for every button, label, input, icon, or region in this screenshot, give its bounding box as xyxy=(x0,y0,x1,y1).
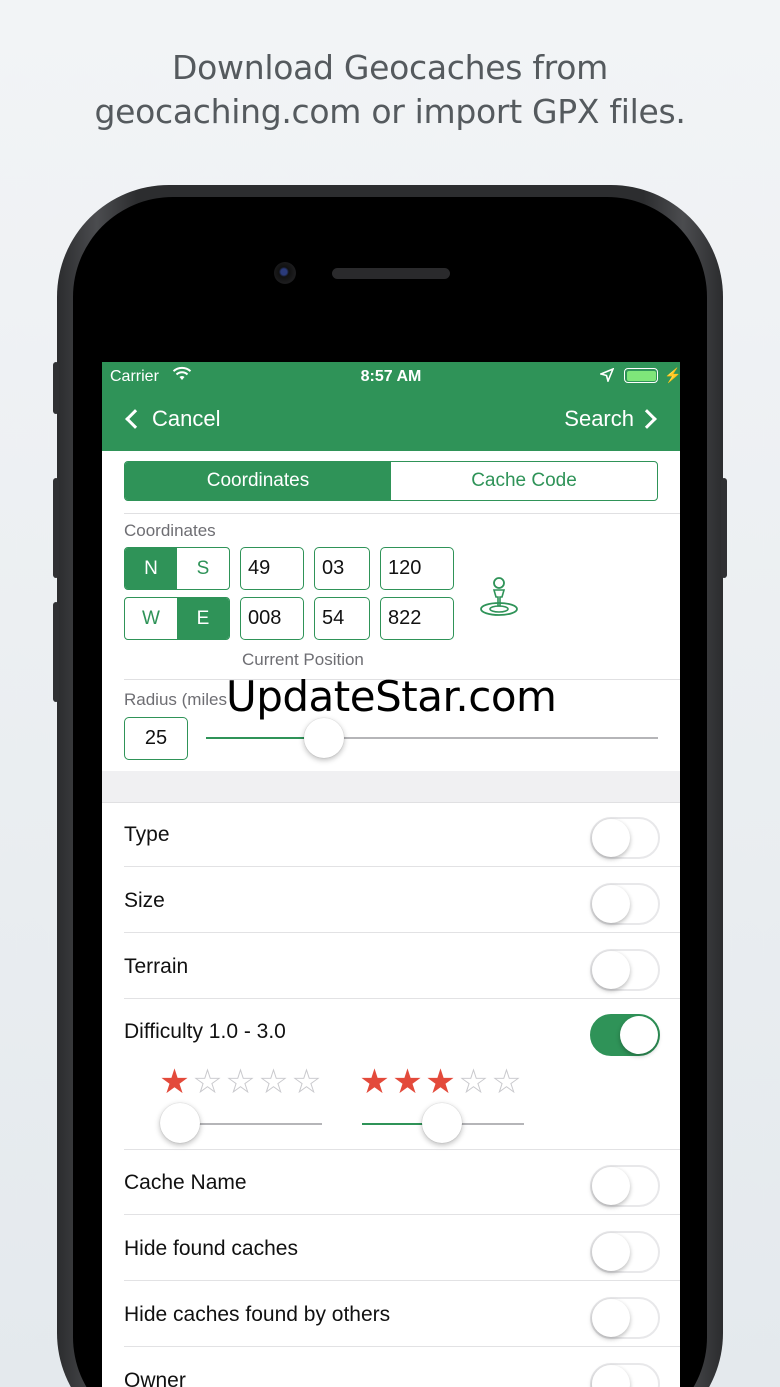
filter-row-hide-found-by-others: Hide caches found by others xyxy=(102,1282,680,1347)
filter-type-label: Type xyxy=(124,823,170,846)
difficulty-max-slider-thumb[interactable] xyxy=(422,1103,462,1143)
longitude-minutes-field[interactable]: 54 xyxy=(314,597,370,640)
coordinates-section-label: Coordinates xyxy=(124,521,216,540)
difficulty-min-star-4-empty-icon: ☆ xyxy=(258,1063,289,1101)
filter-row-size: Size xyxy=(102,868,680,933)
filter-terrain-toggle[interactable] xyxy=(590,949,660,991)
headline-line-2: geocaching.com or import GPX files. xyxy=(94,92,686,131)
status-time: 8:57 AM xyxy=(360,368,422,385)
search-parameters-panel: Coordinates Cache Code Coordinates N S 4… xyxy=(102,451,680,771)
filter-hide-found-toggle[interactable] xyxy=(590,1231,660,1273)
headline-line-1: Download Geocaches from xyxy=(172,48,608,87)
front-camera xyxy=(274,262,296,284)
hemisphere-e-button[interactable]: E xyxy=(177,598,229,639)
search-button[interactable]: Search xyxy=(564,406,657,432)
difficulty-min-star-5-empty-icon: ☆ xyxy=(291,1063,322,1101)
difficulty-max-star-4-empty-icon: ☆ xyxy=(458,1063,489,1101)
difficulty-max-star-3-filled-icon: ★ xyxy=(425,1063,456,1101)
filter-list: Type Size Terrain Difficulty 1.0 - 3.0 ★… xyxy=(102,802,680,1387)
battery-icon xyxy=(624,368,658,383)
difficulty-min-slider-thumb[interactable] xyxy=(160,1103,200,1143)
power-button xyxy=(721,478,727,578)
filter-row-owner: Owner xyxy=(102,1348,680,1387)
filter-type-toggle[interactable] xyxy=(590,817,660,859)
segment-cache-code[interactable]: Cache Code xyxy=(391,462,657,500)
difficulty-max-star-5-empty-icon: ☆ xyxy=(491,1063,522,1101)
chevron-right-icon xyxy=(637,409,657,429)
difficulty-min-star-1-filled-icon: ★ xyxy=(159,1063,190,1101)
filter-row-difficulty: Difficulty 1.0 - 3.0 ★ ☆ ☆ ☆ ☆ ★ ★ ★ ☆ ☆ xyxy=(102,999,680,1150)
latitude-hemisphere-toggle: N S xyxy=(124,547,230,590)
hemisphere-s-button[interactable]: S xyxy=(177,548,229,589)
filter-owner-toggle[interactable] xyxy=(590,1363,660,1387)
cancel-button[interactable]: Cancel xyxy=(125,406,221,432)
difficulty-max-stars: ★ ★ ★ ☆ ☆ xyxy=(358,1065,523,1099)
filter-owner-label: Owner xyxy=(124,1369,186,1387)
earpiece-speaker xyxy=(332,268,450,279)
filter-terrain-label: Terrain xyxy=(124,955,189,978)
filter-row-hide-found: Hide found caches xyxy=(102,1216,680,1281)
difficulty-max-star-2-filled-icon: ★ xyxy=(392,1063,423,1101)
filter-row-type: Type xyxy=(102,802,680,867)
charging-bolt-icon: ⚡ xyxy=(664,367,680,383)
mute-switch xyxy=(53,362,59,414)
filter-hide-found-label: Hide found caches xyxy=(124,1237,298,1260)
filter-row-cache-name: Cache Name xyxy=(102,1150,680,1215)
filter-difficulty-label: Difficulty 1.0 - 3.0 xyxy=(124,1020,286,1043)
filter-hide-found-by-others-label: Hide caches found by others xyxy=(124,1303,391,1326)
radius-slider-thumb[interactable] xyxy=(303,718,344,758)
search-mode-segmented-control: Coordinates Cache Code xyxy=(124,461,658,501)
difficulty-max-star-1-filled-icon: ★ xyxy=(359,1063,390,1101)
location-arrow-icon xyxy=(598,367,615,387)
promo-headline: Download Geocaches from geocaching.com o… xyxy=(0,46,780,134)
longitude-thousandths-field[interactable]: 822 xyxy=(380,597,454,640)
radius-label: Radius (miles xyxy=(124,690,227,709)
hemisphere-w-button[interactable]: W xyxy=(125,598,177,639)
latitude-minutes-field[interactable]: 03 xyxy=(314,547,370,590)
latitude-thousandths-field[interactable]: 120 xyxy=(380,547,454,590)
navigation-bar: Cancel Search xyxy=(102,392,680,451)
difficulty-min-stars: ★ ☆ ☆ ☆ ☆ xyxy=(158,1065,323,1099)
longitude-hemisphere-toggle: W E xyxy=(124,597,230,640)
chevron-left-icon xyxy=(125,409,145,429)
volume-down-button xyxy=(53,602,59,702)
volume-up-button xyxy=(53,478,59,578)
search-label: Search xyxy=(564,406,634,431)
current-position-label[interactable]: Current Position xyxy=(242,650,364,670)
app-screen: Carrier 8:57 AM ⚡ Cancel Search Coordina… xyxy=(102,362,680,1387)
filter-size-label: Size xyxy=(124,889,165,912)
longitude-degrees-field[interactable]: 008 xyxy=(240,597,304,640)
difficulty-min-star-2-empty-icon: ☆ xyxy=(192,1063,223,1101)
current-position-pin-icon[interactable] xyxy=(478,575,520,622)
filter-row-terrain: Terrain xyxy=(102,934,680,999)
segment-coordinates[interactable]: Coordinates xyxy=(125,462,391,500)
filter-hide-found-by-others-toggle[interactable] xyxy=(590,1297,660,1339)
status-bar: Carrier 8:57 AM ⚡ xyxy=(102,362,680,392)
hemisphere-n-button[interactable]: N xyxy=(125,548,177,589)
watermark-text: UpdateStar.com xyxy=(226,672,557,721)
filter-difficulty-toggle[interactable] xyxy=(590,1014,660,1056)
divider xyxy=(124,513,680,514)
latitude-degrees-field[interactable]: 49 xyxy=(240,547,304,590)
cancel-label: Cancel xyxy=(152,406,221,431)
filter-cache-name-label: Cache Name xyxy=(124,1171,247,1194)
filter-size-toggle[interactable] xyxy=(590,883,660,925)
difficulty-min-star-3-empty-icon: ☆ xyxy=(225,1063,256,1101)
filter-cache-name-toggle[interactable] xyxy=(590,1165,660,1207)
radius-value-field[interactable]: 25 xyxy=(124,717,188,760)
